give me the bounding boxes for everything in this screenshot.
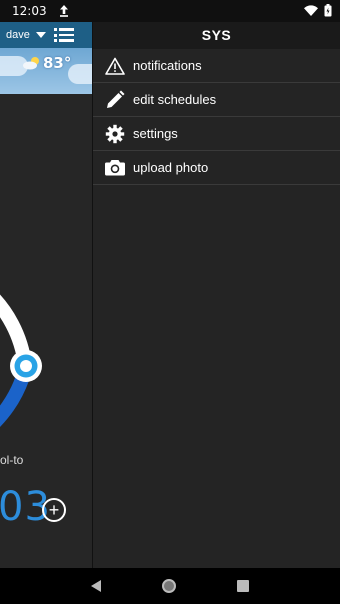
warning-icon — [105, 56, 125, 76]
upload-icon — [59, 5, 68, 17]
camera-icon — [105, 158, 125, 178]
plus-icon: + — [48, 500, 60, 520]
back-icon[interactable] — [90, 580, 101, 592]
dial-handle[interactable] — [6, 346, 46, 386]
system-nav-bar — [0, 568, 340, 604]
thermostat-dial[interactable] — [0, 220, 60, 460]
drawer-item-settings[interactable]: settings — [93, 117, 340, 151]
status-icons — [304, 4, 332, 17]
partly-cloudy-icon — [23, 57, 39, 70]
gear-icon — [105, 124, 125, 144]
drawer-title: SYS — [93, 22, 340, 49]
chevron-down-icon[interactable] — [35, 32, 46, 38]
drawer-item-notifications[interactable]: notifications — [93, 49, 340, 83]
status-bar: 12:03 — [0, 0, 340, 22]
weather-banner: 83° — [0, 48, 92, 94]
drawer-item-edit-schedules[interactable]: edit schedules — [93, 83, 340, 117]
wifi-icon — [304, 4, 318, 16]
recents-icon[interactable] — [237, 580, 250, 592]
user-selector-label[interactable]: dave — [6, 29, 30, 41]
drawer-item-label: settings — [133, 126, 178, 141]
drawer-item-label: edit schedules — [133, 92, 217, 107]
background-app: dave 83° ol-to 03 + — [0, 22, 92, 568]
home-icon[interactable] — [161, 579, 176, 593]
increase-temp-button[interactable]: + — [42, 498, 66, 522]
list-menu-icon[interactable] — [53, 28, 74, 42]
battery-icon — [324, 4, 332, 17]
pencil-icon — [105, 90, 125, 110]
drawer-item-label: notifications — [133, 58, 202, 73]
weather-temperature: 83° — [43, 54, 72, 72]
status-time: 12:03 — [12, 4, 47, 18]
cool-to-label: ol-to — [0, 453, 24, 467]
app-top-bar: dave — [0, 22, 92, 48]
drawer-item-upload-photo[interactable]: upload photo — [93, 151, 340, 185]
navigation-drawer: SYS notifications edit schedules setting… — [92, 22, 340, 568]
drawer-item-label: upload photo — [133, 160, 209, 175]
